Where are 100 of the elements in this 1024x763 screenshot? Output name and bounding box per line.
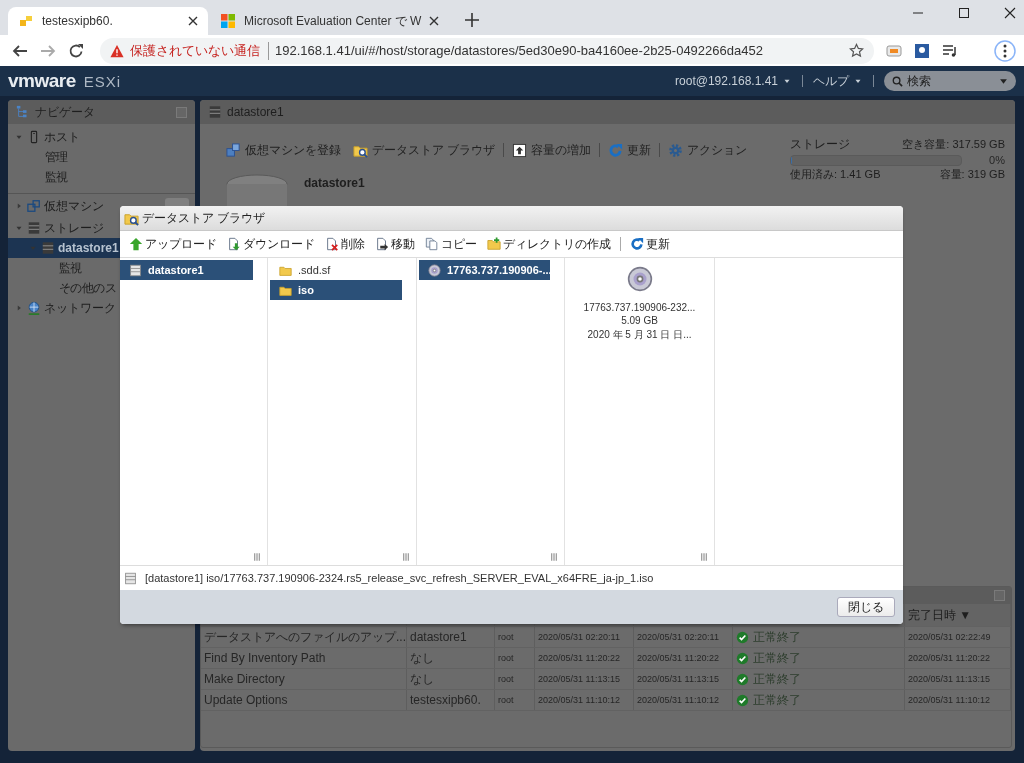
file-name: 17763.737.190906-232... (583, 302, 696, 313)
document-delete-icon (325, 237, 339, 251)
toolbar-button[interactable]: ディレクトリの作成 (482, 234, 616, 254)
settings-icon (668, 142, 684, 158)
copy-icon (425, 237, 439, 251)
disc-icon (626, 266, 653, 292)
table-cell: Update Options (204, 693, 288, 707)
toolbar-button[interactable]: 移動 (370, 234, 420, 254)
panel-title: datastore1 (227, 105, 284, 119)
file-date: 2020 年 5 月 31 日 日... (587, 328, 692, 342)
file-size: 5.09 GB (621, 315, 658, 326)
table-cell: 2020/05/31 11:10:12 (538, 695, 620, 705)
table-cell: root (498, 674, 514, 684)
tree-icon (16, 105, 30, 119)
table-cell: 2020/05/31 11:10:12 (637, 695, 719, 705)
used-space: 使用済み: 1.41 GB (790, 167, 881, 182)
address-bar[interactable]: 保護されていない通信 192.168.1.41/ui/#/host/storage/datastores/5ed30e90-ba4160ee-2b25-0492266da452 (100, 37, 874, 64)
security-warning: 保護されていない通信 (130, 41, 269, 60)
search-input[interactable]: 検索 (907, 74, 995, 88)
resize-grip-icon (548, 551, 560, 563)
star-icon[interactable] (849, 43, 864, 58)
capacity: 容量: 319 GB (939, 167, 1005, 182)
maximize-icon[interactable] (958, 7, 970, 19)
table-cell: 2020/05/31 11:13:15 (637, 674, 719, 684)
disc-icon (428, 263, 441, 277)
table-cell: root (498, 632, 514, 642)
product-name: ESXi (83, 72, 122, 90)
menu-icon[interactable] (994, 39, 1016, 62)
table-cell: testesxipb60. (410, 693, 481, 707)
file-item[interactable]: .sdd.sf (270, 260, 402, 280)
boxes-icon (27, 199, 41, 213)
box-arrow-up-icon (512, 142, 528, 158)
new-tab-icon[interactable] (465, 13, 480, 27)
globe-icon (27, 301, 41, 315)
close-button[interactable]: 閉じる (837, 597, 895, 617)
reload-icon[interactable] (68, 42, 84, 59)
user-menu[interactable]: root@192.168.1.41 (675, 74, 778, 88)
search-field[interactable]: 検索 (884, 71, 1016, 91)
caret-icon (999, 76, 1008, 86)
four-squares-icon (220, 13, 236, 29)
table-cell: 2020/05/31 02:20:11 (637, 632, 719, 642)
table-cell: root (498, 653, 514, 663)
check-icon (736, 630, 749, 644)
extension-icon[interactable] (914, 42, 930, 59)
database-icon (129, 263, 142, 277)
resize-grip-icon (400, 551, 412, 563)
database-icon (208, 105, 222, 119)
tab-title: testesxipb60. (42, 14, 114, 28)
free-space: 空き容量: 317.59 GB (902, 137, 1005, 152)
close-icon[interactable] (429, 16, 440, 26)
toolbar-button[interactable]: 削除 (320, 234, 370, 254)
squares-icon (18, 13, 34, 29)
file-path: [datastore1] iso/17763.737.190906-2324.rs5_release_svc_refresh_SERVER_EVAL_x64FRE_ja-jp_1.iso (145, 572, 654, 584)
table-cell: 2020/05/31 11:10:12 (908, 695, 990, 705)
new-folder-icon (487, 237, 501, 251)
vmware-logo: vmware (8, 70, 76, 92)
check-icon (736, 672, 749, 686)
database-icon (27, 221, 41, 235)
browser-tab[interactable]: Microsoft Evaluation Center で W (210, 7, 450, 35)
table-cell: 2020/05/31 11:13:15 (538, 674, 620, 684)
table-cell: Make Directory (204, 672, 285, 686)
table-cell: 2020/05/31 11:13:15 (908, 674, 990, 684)
table-cell: 2020/05/31 11:20:22 (908, 653, 990, 663)
browser-tab[interactable]: testesxipb60. (8, 7, 208, 35)
check-icon (736, 651, 749, 665)
database-icon (41, 241, 55, 255)
resize-grip-icon (698, 551, 710, 563)
boxes-icon (226, 142, 241, 158)
tab-title: Microsoft Evaluation Center で W (244, 12, 422, 30)
warning-icon (110, 43, 124, 58)
table-cell: 2020/05/31 11:20:22 (538, 653, 620, 663)
check-icon (736, 693, 749, 707)
toolbar-button[interactable]: 更新 (625, 234, 675, 254)
table-cell: 2020/05/31 02:22:49 (908, 632, 991, 642)
datastore-name: datastore1 (304, 176, 365, 192)
table-cell: root (498, 695, 514, 705)
toolbar-button[interactable]: ダウンロード (222, 234, 320, 254)
database-icon (124, 571, 137, 585)
url-text: 192.168.1.41/ui/#/host/storage/datastores/5ed30e90-ba4160ee-2b25-0492266da452 (275, 43, 763, 58)
table-cell: datastore1 (410, 630, 467, 644)
back-icon[interactable] (12, 42, 28, 59)
document-arrow-icon (375, 237, 389, 251)
table-cell: Find By Inventory Path (204, 651, 326, 665)
document-download-icon (227, 237, 241, 251)
file-item[interactable]: iso (270, 280, 402, 300)
search-icon (892, 75, 903, 87)
close-icon[interactable] (188, 16, 198, 26)
disk-drawing (226, 174, 288, 208)
file-item[interactable]: datastore1 (120, 260, 253, 280)
close-icon[interactable] (1004, 7, 1016, 19)
usage-percent: 0% (989, 154, 1005, 166)
file-item[interactable]: 17763.737.190906-... (419, 260, 550, 280)
resize-grip-icon (251, 551, 263, 563)
storage-label: ストレージ (790, 136, 850, 153)
toolbar-button[interactable]: コピー (420, 234, 482, 254)
help-menu[interactable]: ヘルプ (813, 72, 849, 90)
media-icon[interactable] (942, 42, 958, 59)
table-cell: 2020/05/31 11:20:22 (637, 653, 719, 663)
refresh-icon (608, 142, 624, 158)
refresh-icon (630, 237, 644, 251)
